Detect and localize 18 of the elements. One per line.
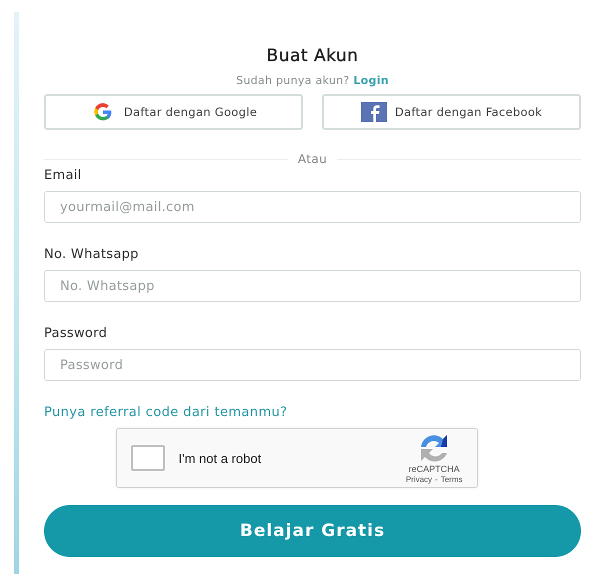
- input-field[interactable]: Password: [44, 349, 581, 381]
- input-field[interactable]: No. Whatsapp: [44, 270, 581, 302]
- field-label: Password: [44, 326, 108, 341]
- page-title: Buat Akun: [266, 46, 360, 66]
- recaptcha-brand: reCAPTCHA: [408, 464, 460, 474]
- divider-text: Atau: [298, 152, 328, 166]
- field-label: No. Whatsapp: [44, 247, 140, 262]
- captcha-checkbox[interactable]: [130, 445, 164, 471]
- captcha-link[interactable]: Privacy: [406, 474, 432, 484]
- facebook-signup-button[interactable]: Daftar dengan Facebook: [322, 94, 581, 130]
- input-field[interactable]: yourmail@mail.com: [44, 191, 581, 223]
- separator-text: -: [435, 474, 438, 484]
- login-prompt: Sudah punya akun? Login: [235, 74, 390, 87]
- captcha-label: I'm not a robot: [178, 450, 262, 466]
- captcha-link[interactable]: Terms: [440, 474, 462, 484]
- facebook-icon: [360, 102, 387, 122]
- google-signup-button[interactable]: Daftar dengan Google: [44, 94, 303, 130]
- field-label: Email: [44, 168, 83, 183]
